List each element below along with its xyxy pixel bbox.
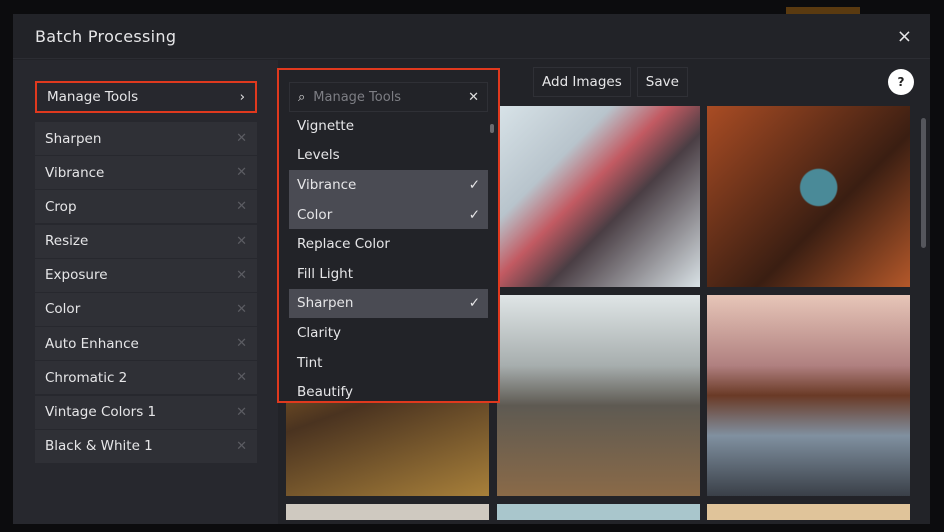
- modal-title: Batch Processing: [35, 26, 177, 46]
- remove-icon[interactable]: ✕: [236, 370, 247, 385]
- close-icon[interactable]: ×: [897, 26, 912, 47]
- dropdown-item[interactable]: Clarity: [289, 318, 488, 348]
- image-thumbnail[interactable]: [497, 295, 700, 496]
- tool-item[interactable]: Color ✕: [35, 292, 257, 326]
- image-thumbnail[interactable]: [286, 504, 489, 520]
- dropdown-item-label: Sharpen: [297, 295, 354, 312]
- search-placeholder: Manage Tools: [313, 89, 402, 105]
- dropdown-item-label: Color: [297, 206, 333, 223]
- tool-item[interactable]: Resize ✕: [35, 224, 257, 258]
- tool-label: Crop: [45, 198, 77, 215]
- scrollbar[interactable]: [921, 118, 926, 248]
- remove-icon[interactable]: ✕: [236, 439, 247, 454]
- tool-label: Resize: [45, 233, 89, 250]
- remove-icon[interactable]: ✕: [236, 268, 247, 283]
- tool-label: Vintage Colors 1: [45, 404, 157, 420]
- dropdown-item[interactable]: Color ✓: [289, 199, 488, 230]
- dropdown-item-label: Beautify: [297, 384, 353, 401]
- tool-item[interactable]: Sharpen ✕: [35, 122, 257, 155]
- dropdown-item[interactable]: Vignette: [289, 111, 488, 141]
- tool-label: Sharpen: [45, 130, 102, 147]
- chevron-right-icon: ›: [239, 89, 245, 105]
- remove-icon[interactable]: ✕: [236, 336, 247, 351]
- tool-item[interactable]: Vibrance ✕: [35, 156, 257, 190]
- tool-label: Vibrance: [45, 164, 105, 181]
- image-thumbnail[interactable]: [707, 504, 910, 520]
- dropdown-item-label: Levels: [297, 147, 340, 164]
- dropdown-item[interactable]: Tint: [289, 348, 488, 378]
- tool-item[interactable]: Exposure ✕: [35, 258, 257, 292]
- tool-item[interactable]: Auto Enhance ✕: [35, 327, 257, 361]
- tools-sidebar: Manage Tools › Sharpen ✕ Vibrance ✕ Crop ✕ Res…: [13, 60, 278, 524]
- check-icon: ✓: [468, 176, 480, 193]
- tool-item[interactable]: Black & White 1 ✕: [35, 429, 257, 463]
- tool-label: Auto Enhance: [45, 335, 139, 352]
- dropdown-item[interactable]: Sharpen ✓: [289, 288, 488, 319]
- dropdown-item-label: Clarity: [297, 324, 342, 341]
- manage-tools-label: Manage Tools: [47, 89, 139, 105]
- dropdown-item-label: Replace Color: [297, 236, 390, 253]
- tool-label: Black & White 1: [45, 438, 153, 455]
- tool-label: Color: [45, 301, 81, 318]
- tool-item[interactable]: Vintage Colors 1 ✕: [35, 395, 257, 429]
- add-images-button[interactable]: Add Images: [533, 67, 631, 97]
- check-icon: ✓: [468, 206, 480, 223]
- remove-icon[interactable]: ✕: [236, 234, 247, 249]
- image-thumbnail[interactable]: [707, 106, 910, 287]
- dropdown-scrollbar[interactable]: [490, 124, 494, 133]
- dropdown-item[interactable]: Vibrance ✓: [289, 170, 488, 200]
- dropdown-item[interactable]: Replace Color: [289, 229, 488, 259]
- manage-tools-dropdown: ⌕ Manage Tools ✕ Vignette Levels Vibrance ✓…: [277, 68, 500, 403]
- dropdown-item-label: Fill Light: [297, 265, 354, 282]
- remove-icon[interactable]: ✕: [236, 131, 247, 146]
- manage-tools-button[interactable]: Manage Tools ›: [35, 81, 257, 113]
- dropdown-item-label: Tint: [297, 354, 323, 371]
- remove-icon[interactable]: ✕: [236, 199, 247, 214]
- tools-search-input[interactable]: ⌕ Manage Tools ✕: [289, 82, 488, 112]
- image-thumbnail[interactable]: [707, 295, 910, 496]
- dropdown-item-label: Vignette: [297, 117, 355, 134]
- save-button[interactable]: Save: [636, 67, 688, 97]
- remove-icon[interactable]: ✕: [236, 302, 247, 317]
- clear-search-icon[interactable]: ✕: [468, 90, 479, 105]
- image-thumbnail[interactable]: [497, 504, 700, 520]
- tool-item[interactable]: Chromatic 2 ✕: [35, 361, 257, 395]
- remove-icon[interactable]: ✕: [236, 405, 247, 420]
- tool-label: Exposure: [45, 267, 108, 284]
- image-thumbnail[interactable]: [497, 106, 700, 287]
- check-icon: ✓: [468, 295, 480, 312]
- dropdown-item[interactable]: Levels: [289, 141, 488, 171]
- dropdown-item[interactable]: Fill Light: [289, 259, 488, 289]
- remove-icon[interactable]: ✕: [236, 165, 247, 180]
- tool-item[interactable]: Crop ✕: [35, 190, 257, 224]
- dropdown-item[interactable]: Beautify: [289, 377, 488, 401]
- dropdown-item-label: Vibrance: [297, 176, 357, 193]
- tool-label: Chromatic 2: [45, 369, 128, 386]
- search-icon: ⌕: [298, 89, 306, 105]
- help-icon[interactable]: ?: [888, 69, 914, 95]
